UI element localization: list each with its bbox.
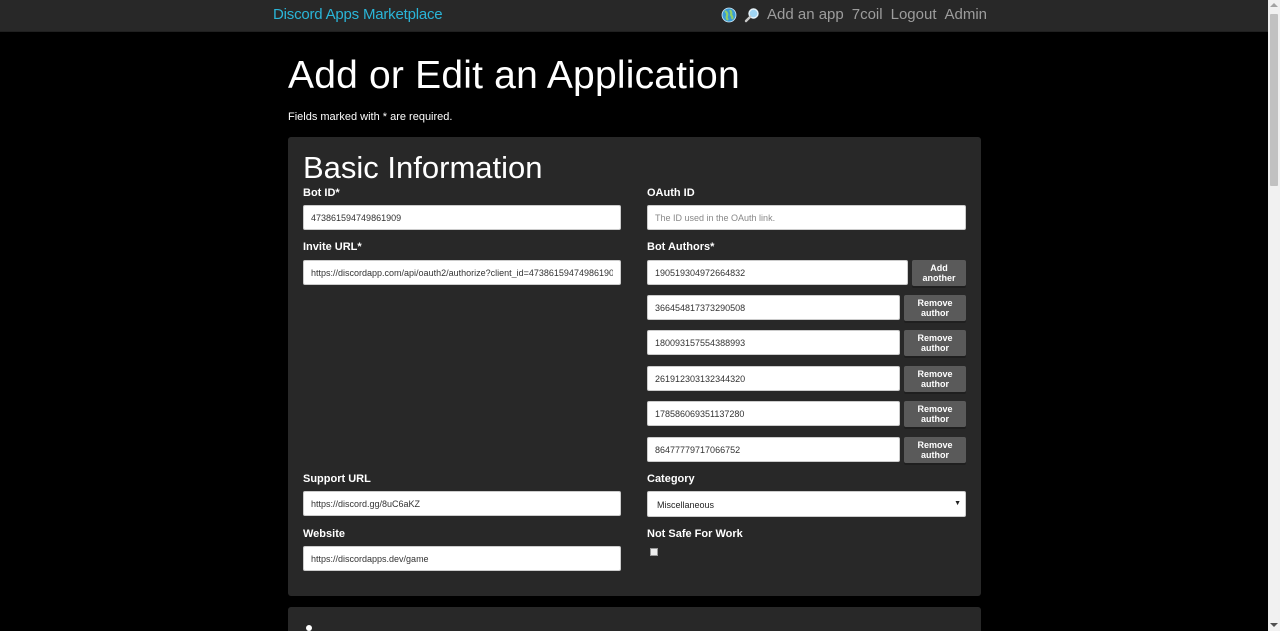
remove-author-button[interactable]: Remove author [904,330,966,356]
remove-author-button[interactable]: Remove author [904,437,966,463]
nsfw-label: Not Safe For Work [647,528,743,540]
page-title: Add or Edit an Application [288,54,740,97]
support-url-label: Support URL [303,473,371,485]
bot-author-input[interactable] [647,260,908,285]
page-scrollbar[interactable] [1268,0,1280,631]
scroll-up-arrow-icon[interactable] [1270,3,1278,7]
oauth-id-label: OAuth ID [647,187,695,199]
oauth-id-input[interactable] [647,205,966,230]
invite-url-input[interactable] [303,260,621,285]
required-note: Fields marked with * are required. [288,111,453,123]
category-select[interactable]: Miscellaneous ▼ [647,491,966,517]
support-url-input[interactable] [303,491,621,516]
basic-information-panel: Basic Information Bot ID* OAuth ID Invit… [288,137,981,596]
bot-id-label: Bot ID* [303,187,340,199]
dropdown-arrow-icon: ▼ [954,500,961,507]
add-author-button[interactable]: Add another [912,260,966,286]
bot-id-input[interactable] [303,205,621,230]
nav-logout-link[interactable]: Logout [891,6,937,23]
section-title-fragment [306,625,312,631]
bot-author-input[interactable] [647,401,900,426]
nav-links: Add an app 7coil Logout Admin [721,6,987,23]
bot-author-input[interactable] [647,366,900,391]
nav-admin-link[interactable]: Admin [945,6,988,23]
search-icon[interactable] [744,7,760,23]
navbar: Discord Apps Marketplace Add an app 7coi… [0,0,1268,32]
remove-author-button[interactable]: Remove author [904,401,966,427]
section-title: Basic Information [303,150,543,185]
invite-url-label: Invite URL* [303,241,362,253]
bot-author-input[interactable] [647,295,900,320]
bot-author-input[interactable] [647,330,900,355]
next-section-panel [288,607,981,631]
category-label: Category [647,473,695,485]
website-label: Website [303,528,345,540]
nav-user-link[interactable]: 7coil [852,6,883,23]
remove-author-button[interactable]: Remove author [904,295,966,321]
scrollbar-thumb[interactable] [1270,14,1278,186]
bot-author-input[interactable] [647,437,900,462]
globe-icon[interactable] [721,7,737,23]
scroll-down-arrow-icon[interactable] [1270,623,1278,627]
bot-authors-label: Bot Authors* [647,241,715,253]
remove-author-button[interactable]: Remove author [904,366,966,392]
website-input[interactable] [303,546,621,571]
brand-link[interactable]: Discord Apps Marketplace [273,6,443,23]
nav-add-app-link[interactable]: Add an app [767,6,844,23]
nsfw-checkbox[interactable] [650,548,658,556]
category-selected-value: Miscellaneous [657,500,715,510]
